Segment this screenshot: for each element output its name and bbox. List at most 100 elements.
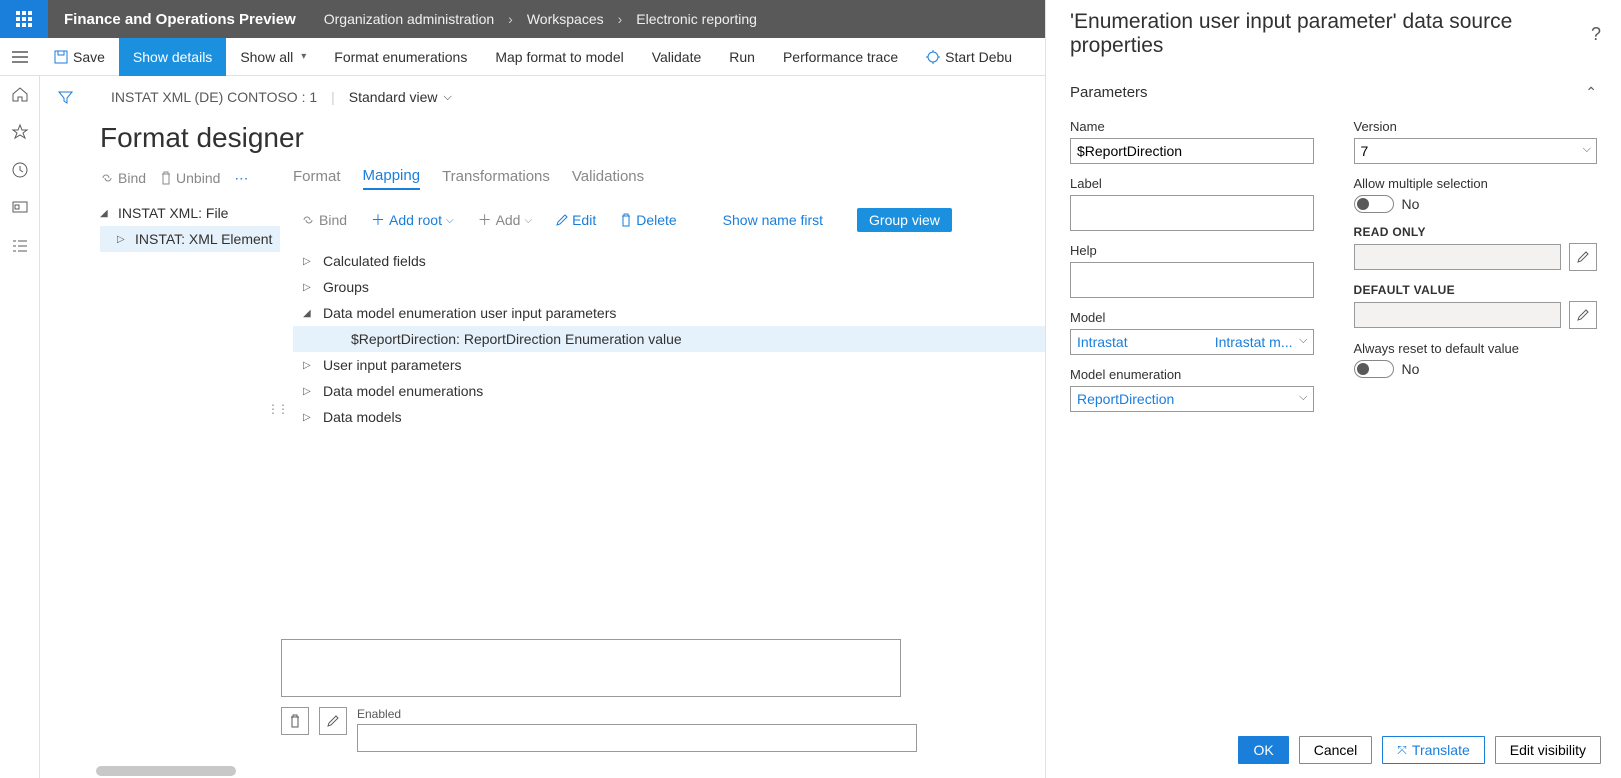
more-button[interactable]: ⋯ xyxy=(234,170,248,187)
always-reset-label: Always reset to default value xyxy=(1354,341,1598,356)
name-label: Name xyxy=(1070,119,1314,134)
breadcrumb-item[interactable]: Electronic reporting xyxy=(636,11,757,27)
tree-item-label: Data model enumerations xyxy=(323,383,483,399)
nav-recent[interactable] xyxy=(10,160,30,180)
allow-multi-toggle[interactable] xyxy=(1354,195,1394,213)
drag-handle[interactable]: ⋮⋮ xyxy=(267,402,287,416)
tab-mapping[interactable]: Mapping xyxy=(363,167,421,190)
tree-item-label: $ReportDirection: ReportDirection Enumer… xyxy=(351,331,682,347)
tree-item-child[interactable]: ▷ INSTAT: XML Element xyxy=(100,226,280,252)
breadcrumb-item[interactable]: Organization administration xyxy=(324,11,494,27)
tab-transformations[interactable]: Transformations xyxy=(442,168,550,189)
scrollbar-horizontal[interactable] xyxy=(96,766,236,776)
caret-icon: ▷ xyxy=(303,256,313,267)
format-enumerations-button[interactable]: Format enumerations xyxy=(320,38,481,76)
chevron-down-icon: ⌵ xyxy=(446,215,454,226)
nav-favorites[interactable] xyxy=(10,122,30,142)
model-enum-select[interactable]: ReportDirection ⌵ xyxy=(1070,386,1314,412)
breadcrumb-item[interactable]: Workspaces xyxy=(527,11,604,27)
tree-item-root[interactable]: ◢ INSTAT XML: File xyxy=(100,200,280,226)
start-debug-button[interactable]: Start Debu xyxy=(912,38,1026,76)
cancel-button[interactable]: Cancel xyxy=(1299,736,1373,764)
version-input[interactable] xyxy=(1354,138,1598,164)
nav-home[interactable] xyxy=(10,84,30,104)
add-root-button[interactable]: ＋ Add root ⌵ xyxy=(363,206,462,234)
bind-toolbar: Bind Unbind ⋯ xyxy=(100,162,280,194)
plus-icon: ＋ xyxy=(478,210,492,230)
view-selector[interactable]: Standard view ⌵ xyxy=(349,89,452,105)
format-enumerations-label: Format enumerations xyxy=(334,49,467,65)
map-format-label: Map format to model xyxy=(495,49,623,65)
caret-icon: ▷ xyxy=(303,282,313,293)
panel-footer: OK Cancel ⤧ Translate Edit visibility xyxy=(1046,726,1621,778)
edit-expression-button[interactable] xyxy=(319,707,347,735)
show-details-button[interactable]: Show details xyxy=(119,38,226,76)
chevron-right-icon: › xyxy=(508,11,513,27)
chevron-right-icon: › xyxy=(618,11,623,27)
default-edit-button[interactable] xyxy=(1569,301,1597,329)
help-label: Help xyxy=(1070,243,1314,258)
readonly-label: READ ONLY xyxy=(1354,225,1598,239)
edit-visibility-button[interactable]: Edit visibility xyxy=(1495,736,1601,764)
chevron-down-icon: ⌵ xyxy=(444,91,452,104)
model-select[interactable]: Intrastat Intrastat m... ⌵ xyxy=(1070,329,1314,355)
translate-button[interactable]: ⤧ Translate xyxy=(1382,736,1484,764)
trash-icon xyxy=(620,213,632,227)
allow-multi-value: No xyxy=(1402,196,1420,212)
map-bind-button[interactable]: Bind xyxy=(293,206,355,234)
pencil-icon xyxy=(327,715,339,727)
add-button[interactable]: ＋ Add ⌵ xyxy=(470,206,541,234)
expression-textarea[interactable] xyxy=(281,639,901,697)
enabled-input[interactable] xyxy=(357,724,917,752)
tree-item-label: Calculated fields xyxy=(323,253,426,269)
version-select[interactable]: ⌵ xyxy=(1354,138,1598,164)
nav-modules[interactable] xyxy=(10,236,30,256)
menu-toggle[interactable] xyxy=(0,51,40,63)
tab-validations[interactable]: Validations xyxy=(572,168,644,189)
tab-format[interactable]: Format xyxy=(293,168,341,189)
ok-button[interactable]: OK xyxy=(1238,736,1288,764)
model-value: Intrastat xyxy=(1077,334,1128,350)
save-button[interactable]: Save xyxy=(40,38,119,76)
readonly-input[interactable] xyxy=(1354,244,1562,270)
default-input[interactable] xyxy=(1354,302,1562,328)
filter-icon[interactable] xyxy=(58,90,73,105)
label-input[interactable] xyxy=(1070,195,1314,231)
caret-icon: ◢ xyxy=(100,208,110,219)
run-button[interactable]: Run xyxy=(715,38,769,76)
delete-expression-button[interactable] xyxy=(281,707,309,735)
delete-button[interactable]: Delete xyxy=(612,206,684,234)
always-reset-toggle[interactable] xyxy=(1354,360,1394,378)
app-launcher[interactable] xyxy=(0,0,48,38)
chevron-up-icon: ⌃ xyxy=(1585,84,1597,101)
format-tree-pane: Bind Unbind ⋯ ◢ INSTAT XML: File xyxy=(40,162,280,758)
record-title: INSTAT XML (DE) CONTOSO : 1 xyxy=(111,89,317,105)
validate-button[interactable]: Validate xyxy=(638,38,716,76)
model-enum-value: ReportDirection xyxy=(1077,391,1174,407)
show-details-label: Show details xyxy=(133,49,212,65)
caret-icon: ▷ xyxy=(117,234,127,245)
format-tree: ◢ INSTAT XML: File ▷ INSTAT: XML Element xyxy=(100,200,280,252)
nav-workspaces[interactable] xyxy=(10,198,30,218)
caret-icon: ▷ xyxy=(303,360,313,371)
edit-button[interactable]: Edit xyxy=(548,206,604,234)
property-panel: 'Enumeration user input parameter' data … xyxy=(1045,0,1621,778)
version-label: Version xyxy=(1354,119,1598,134)
group-view-button[interactable]: Group view xyxy=(857,208,952,232)
nav-rail xyxy=(0,76,40,778)
pencil-icon xyxy=(1577,309,1589,321)
validate-label: Validate xyxy=(652,49,702,65)
map-format-button[interactable]: Map format to model xyxy=(481,38,637,76)
show-name-first-button[interactable]: Show name first xyxy=(715,206,831,234)
help-input[interactable] xyxy=(1070,262,1314,298)
translate-icon: ⤧ xyxy=(1397,743,1407,758)
show-all-button[interactable]: Show all ▾ xyxy=(226,38,320,76)
bind-button[interactable]: Bind xyxy=(100,170,146,186)
help-icon[interactable]: ? xyxy=(1591,24,1601,45)
performance-trace-button[interactable]: Performance trace xyxy=(769,38,912,76)
section-header-parameters[interactable]: Parameters ⌃ xyxy=(1046,68,1621,109)
unbind-button[interactable]: Unbind xyxy=(160,170,220,186)
readonly-edit-button[interactable] xyxy=(1569,243,1597,271)
name-input[interactable] xyxy=(1070,138,1314,164)
model-module: Intrastat m... xyxy=(1215,334,1293,350)
